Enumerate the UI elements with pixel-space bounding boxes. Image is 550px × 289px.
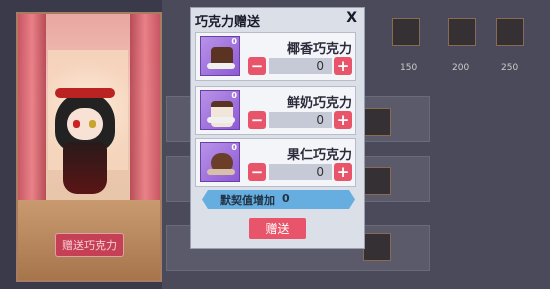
bond-value: 0 — [282, 192, 290, 205]
character-ribbon — [55, 88, 115, 98]
coconut-chocolate-icon: 0 — [200, 36, 240, 76]
reward-tile[interactable] — [363, 108, 391, 136]
item-name: 鲜奶巧克力 — [286, 96, 352, 111]
chocolate-item: 0 果仁巧克力 − 0 + — [195, 138, 356, 187]
reward-tile[interactable] — [363, 167, 391, 195]
send-button[interactable]: 赠送 — [249, 218, 306, 239]
character-right-eye — [89, 120, 96, 128]
character-dress — [63, 142, 107, 194]
increase-button[interactable]: + — [334, 111, 352, 129]
item-name: 果仁巧克力 — [286, 148, 352, 163]
plate-shape — [207, 117, 235, 123]
chocolate-item: 0 鲜奶巧克力 − 0 + — [195, 86, 356, 135]
reward-tile[interactable] — [496, 18, 524, 46]
quantity-field[interactable]: 0 — [269, 164, 332, 180]
reward-number: 250 — [501, 63, 519, 73]
nut-chocolate-icon: 0 — [200, 142, 240, 182]
item-count-badge: 0 — [231, 37, 237, 46]
item-count-badge: 0 — [231, 143, 237, 152]
reward-number: 150 — [400, 63, 418, 73]
close-button[interactable]: X — [346, 10, 357, 26]
increase-button[interactable]: + — [334, 57, 352, 75]
character-chibi — [55, 88, 115, 207]
bond-increase-bar: 默契值增加 0 — [202, 190, 355, 209]
cup-shape — [207, 169, 235, 175]
reward-tile[interactable] — [363, 233, 391, 261]
gift-chocolate-button[interactable]: 赠送巧克力 — [55, 233, 124, 257]
milk-chocolate-icon: 0 — [200, 90, 240, 130]
decrease-button[interactable]: − — [248, 163, 266, 181]
item-count-badge: 0 — [231, 91, 237, 100]
dialog-title: 巧克力赠送 — [195, 15, 261, 30]
plate-shape — [207, 63, 235, 69]
reward-number: 200 — [452, 63, 470, 73]
decrease-button[interactable]: − — [248, 57, 266, 75]
character-left-eye — [73, 120, 80, 128]
reward-tile[interactable] — [392, 18, 420, 46]
bond-label: 默契值增加 — [220, 194, 275, 207]
quantity-field[interactable]: 0 — [269, 112, 332, 128]
chocolate-shape — [211, 101, 233, 127]
increase-button[interactable]: + — [334, 163, 352, 181]
decrease-button[interactable]: − — [248, 111, 266, 129]
quantity-field[interactable]: 0 — [269, 58, 332, 74]
reward-tile[interactable] — [448, 18, 476, 46]
item-name: 椰香巧克力 — [286, 42, 352, 57]
chocolate-item: 0 椰香巧克力 − 0 + — [195, 32, 356, 81]
